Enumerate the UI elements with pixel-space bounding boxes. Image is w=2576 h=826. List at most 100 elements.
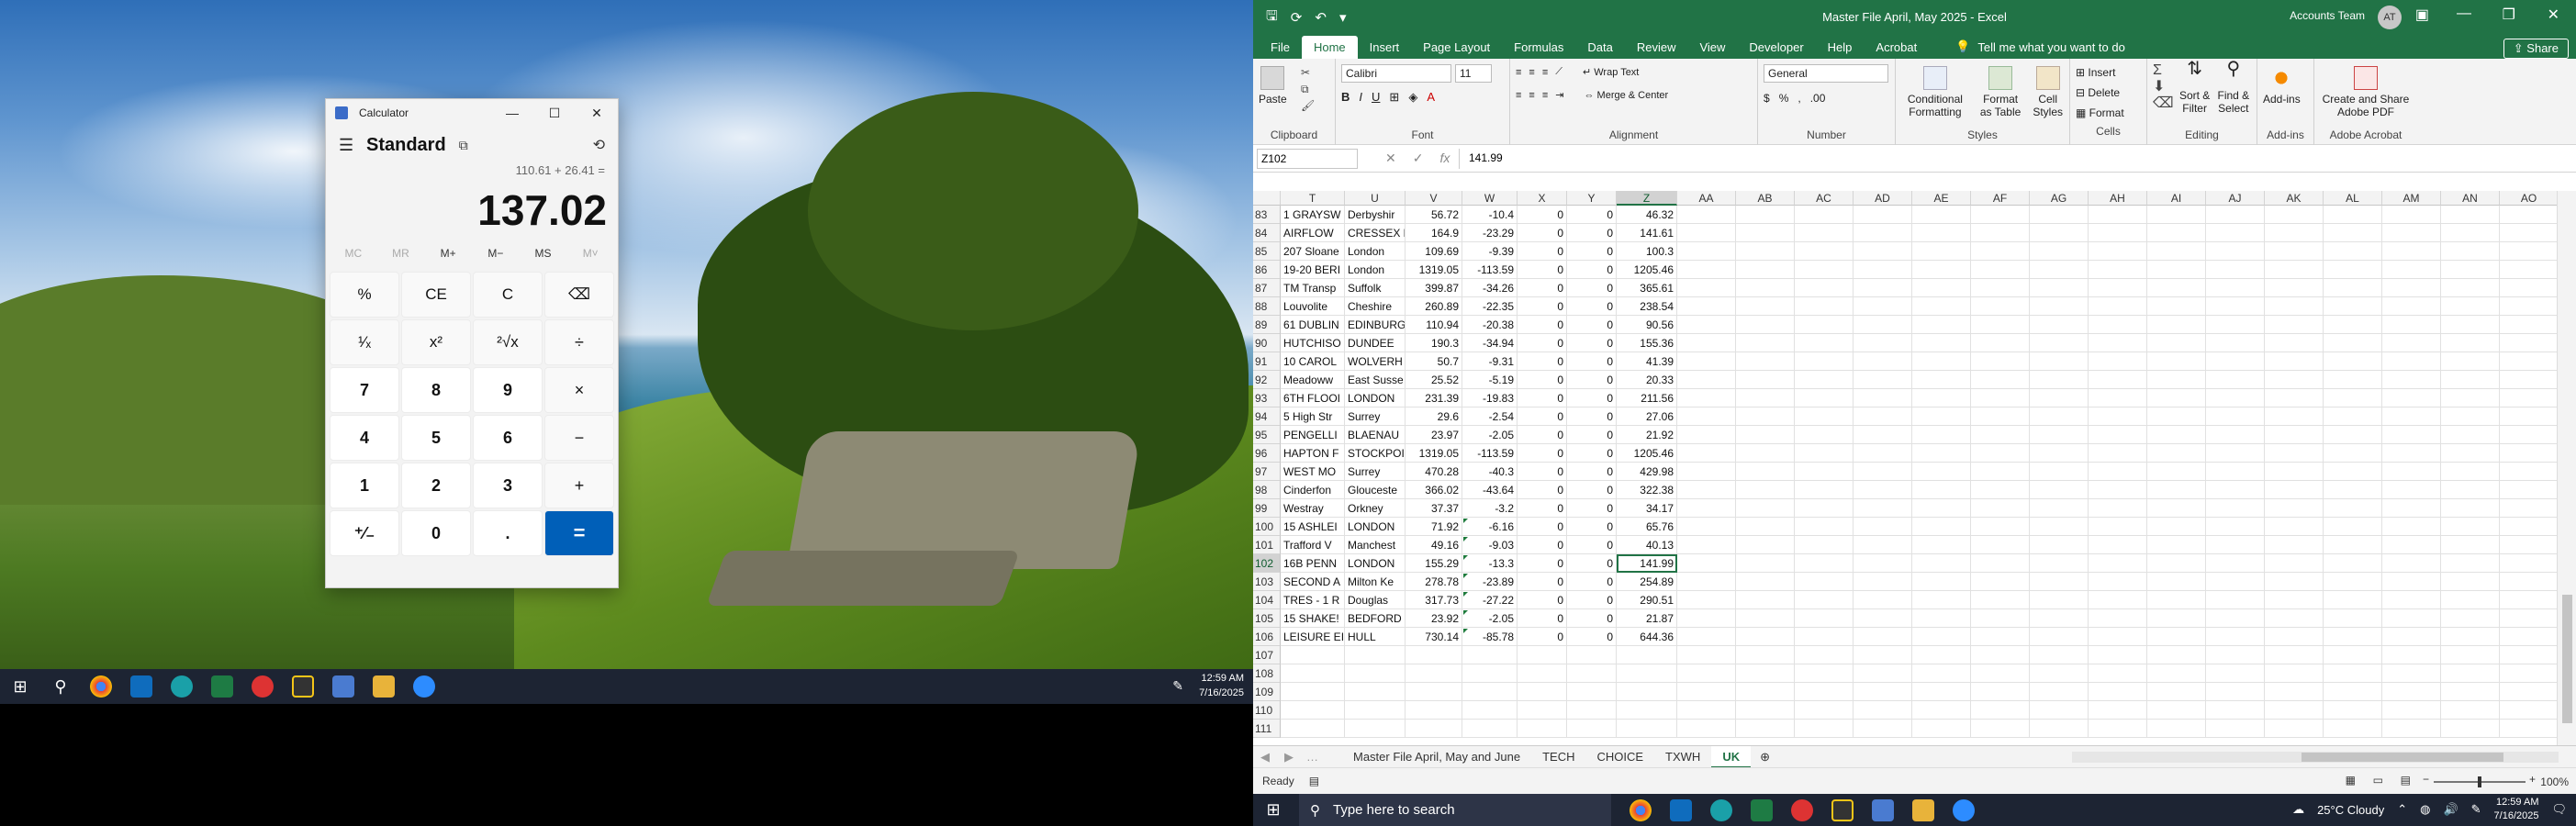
zoom-level[interactable]: 100% bbox=[2540, 776, 2569, 788]
cell[interactable] bbox=[2206, 389, 2265, 407]
cell[interactable] bbox=[1795, 371, 1854, 389]
cell[interactable] bbox=[1617, 720, 1677, 738]
cell[interactable]: 19-20 BERI bbox=[1281, 261, 1345, 279]
row-header[interactable]: 86 bbox=[1253, 261, 1281, 279]
cell[interactable] bbox=[2089, 297, 2147, 316]
cell[interactable] bbox=[2089, 499, 2147, 518]
cell[interactable]: 37.37 bbox=[1406, 499, 1462, 518]
cell[interactable]: 0 bbox=[1518, 536, 1567, 554]
cell[interactable]: 65.76 bbox=[1617, 518, 1677, 536]
cell[interactable]: 190.3 bbox=[1406, 334, 1462, 352]
cell[interactable] bbox=[1854, 389, 1912, 407]
cell[interactable] bbox=[1971, 297, 2030, 316]
cell[interactable] bbox=[2206, 224, 2265, 242]
cell[interactable] bbox=[2030, 591, 2089, 609]
cell[interactable] bbox=[2324, 664, 2382, 683]
cell[interactable]: -34.26 bbox=[1462, 279, 1518, 297]
cell[interactable] bbox=[2089, 206, 2147, 224]
cell[interactable]: Orkney bbox=[1345, 499, 1406, 518]
formula-input[interactable]: 141.99 bbox=[1459, 148, 2576, 169]
cell[interactable] bbox=[1677, 720, 1736, 738]
cell[interactable] bbox=[1795, 389, 1854, 407]
cell[interactable]: 29.6 bbox=[1406, 407, 1462, 426]
cell[interactable]: East Susse bbox=[1345, 371, 1406, 389]
cell[interactable]: AIRFLOW bbox=[1281, 224, 1345, 242]
cell[interactable] bbox=[1971, 206, 2030, 224]
cell[interactable]: 90.56 bbox=[1617, 316, 1677, 334]
cell[interactable] bbox=[1971, 720, 2030, 738]
row-header[interactable]: 93 bbox=[1253, 389, 1281, 407]
active-cell[interactable]: 141.99 bbox=[1617, 554, 1677, 573]
pen-icon[interactable]: ✎ bbox=[2471, 802, 2481, 817]
cell[interactable] bbox=[1567, 646, 1617, 664]
cell[interactable] bbox=[2147, 720, 2206, 738]
network-icon[interactable]: ◍ bbox=[2420, 802, 2430, 817]
cell[interactable] bbox=[1736, 664, 1795, 683]
cell[interactable] bbox=[1736, 720, 1795, 738]
cell[interactable]: Milton Ke bbox=[1345, 573, 1406, 591]
cell[interactable] bbox=[1912, 720, 1971, 738]
cell[interactable] bbox=[2030, 609, 2089, 628]
cell[interactable] bbox=[2089, 628, 2147, 646]
cell[interactable]: 0 bbox=[1518, 297, 1567, 316]
cell[interactable] bbox=[2089, 444, 2147, 463]
cell[interactable] bbox=[2206, 242, 2265, 261]
cell[interactable] bbox=[1795, 297, 1854, 316]
cell[interactable]: BLAENAU bbox=[1345, 426, 1406, 444]
cell[interactable] bbox=[2441, 609, 2500, 628]
name-box[interactable]: Z102 bbox=[1257, 148, 1358, 169]
cell[interactable] bbox=[1406, 720, 1462, 738]
excel-window[interactable]: Master File April, May 2025 - Excel 🖫 ⟳ … bbox=[1253, 0, 2576, 794]
cell[interactable] bbox=[1677, 426, 1736, 444]
font-name-select[interactable]: Calibri bbox=[1341, 64, 1451, 83]
cell[interactable]: 290.51 bbox=[1617, 591, 1677, 609]
cell[interactable]: DUNDEE bbox=[1345, 334, 1406, 352]
cell[interactable] bbox=[1912, 279, 1971, 297]
cell[interactable] bbox=[2324, 720, 2382, 738]
cell[interactable]: 155.29 bbox=[1406, 554, 1462, 573]
cell[interactable] bbox=[1677, 628, 1736, 646]
multiply-button[interactable]: × bbox=[544, 367, 614, 413]
next-sheet-icon[interactable]: ▶ bbox=[1277, 750, 1301, 765]
column-header-w[interactable]: W bbox=[1462, 191, 1518, 206]
cell[interactable] bbox=[2147, 536, 2206, 554]
cell[interactable] bbox=[2500, 499, 2557, 518]
paste-button[interactable]: Paste bbox=[1259, 66, 1287, 106]
cell[interactable] bbox=[1854, 206, 1912, 224]
cell[interactable]: 399.87 bbox=[1406, 279, 1462, 297]
cell[interactable] bbox=[1971, 701, 2030, 720]
cell[interactable] bbox=[2500, 279, 2557, 297]
cell[interactable] bbox=[2265, 536, 2324, 554]
cell[interactable] bbox=[1854, 701, 1912, 720]
cell[interactable] bbox=[2500, 444, 2557, 463]
cell[interactable] bbox=[2089, 609, 2147, 628]
cell[interactable]: 15 ASHLEI bbox=[1281, 518, 1345, 536]
row-header[interactable]: 98 bbox=[1253, 481, 1281, 499]
cell[interactable] bbox=[2206, 591, 2265, 609]
cell[interactable] bbox=[2382, 463, 2441, 481]
cell[interactable] bbox=[1795, 518, 1854, 536]
cell[interactable] bbox=[2147, 371, 2206, 389]
cell[interactable] bbox=[1912, 444, 1971, 463]
cell[interactable] bbox=[2382, 518, 2441, 536]
cell[interactable] bbox=[1854, 646, 1912, 664]
cell[interactable] bbox=[1462, 701, 1518, 720]
tab-page-layout[interactable]: Page Layout bbox=[1411, 36, 1502, 59]
cell[interactable]: 21.87 bbox=[1617, 609, 1677, 628]
column-header-y[interactable]: Y bbox=[1567, 191, 1617, 206]
cell[interactable] bbox=[2324, 554, 2382, 573]
cell[interactable] bbox=[1677, 407, 1736, 426]
cell[interactable] bbox=[1795, 573, 1854, 591]
horizontal-scroll-thumb[interactable] bbox=[2302, 753, 2503, 762]
cell[interactable] bbox=[2382, 407, 2441, 426]
cell[interactable] bbox=[2147, 426, 2206, 444]
memory-store-button[interactable]: MS bbox=[520, 247, 567, 260]
cell[interactable] bbox=[2030, 628, 2089, 646]
cell[interactable] bbox=[2500, 316, 2557, 334]
cell[interactable]: Westray bbox=[1281, 499, 1345, 518]
underline-button[interactable]: U bbox=[1372, 90, 1380, 105]
copy-icon[interactable]: ⧉ bbox=[1301, 81, 1315, 97]
error-indicator-icon[interactable] bbox=[1463, 610, 1468, 615]
search-icon[interactable]: ⚲ bbox=[40, 669, 81, 704]
cell[interactable] bbox=[2147, 683, 2206, 701]
